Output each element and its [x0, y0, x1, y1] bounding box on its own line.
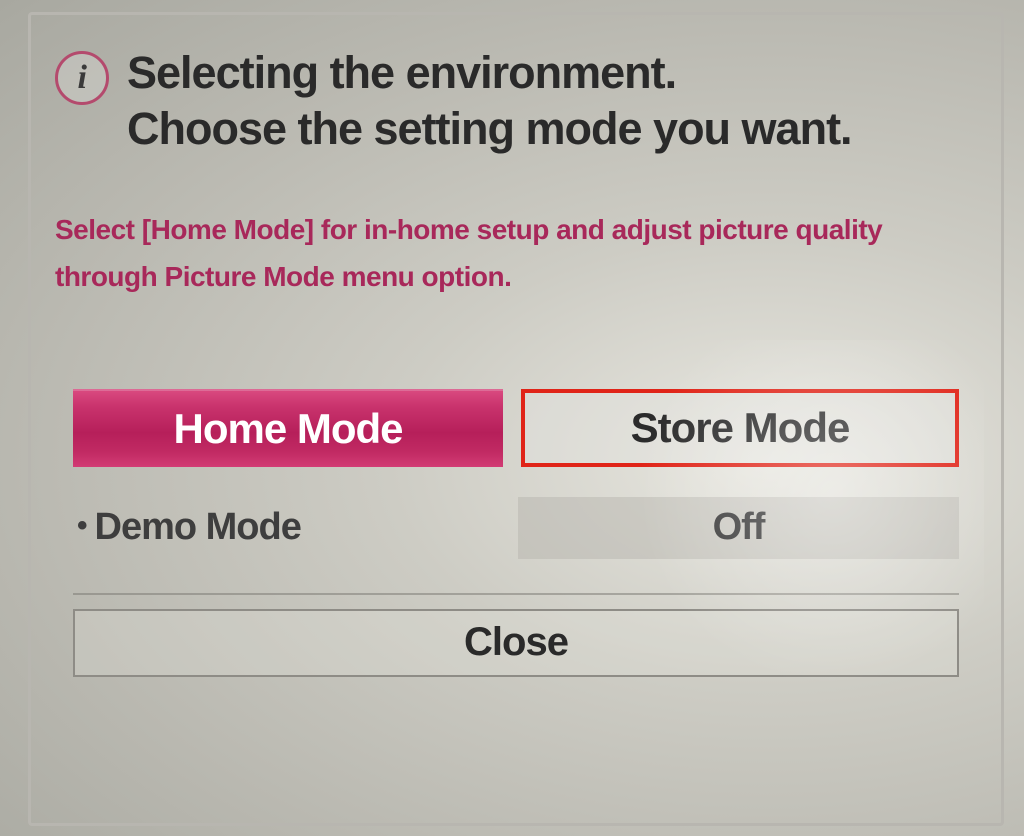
bullet-icon: •	[77, 509, 87, 543]
demo-mode-label-text: Demo Mode	[95, 506, 301, 549]
dialog-title-block: Selecting the environment. Choose the se…	[127, 45, 977, 158]
dialog-header: i Selecting the environment. Choose the …	[55, 45, 977, 158]
close-button[interactable]: Close	[73, 609, 959, 677]
info-icon: i	[55, 51, 109, 105]
home-mode-button[interactable]: Home Mode	[73, 389, 503, 467]
divider	[73, 593, 959, 595]
demo-mode-row: • Demo Mode Off	[73, 497, 959, 559]
environment-dialog: i Selecting the environment. Choose the …	[28, 12, 1004, 826]
dialog-title-line-2: Choose the setting mode you want.	[127, 101, 977, 157]
store-mode-button[interactable]: Store Mode	[521, 389, 959, 467]
demo-mode-value[interactable]: Off	[518, 497, 959, 559]
dialog-title-line-1: Selecting the environment.	[127, 45, 977, 101]
dialog-description: Select [Home Mode] for in-home setup and…	[55, 206, 977, 301]
close-row: Close	[73, 609, 959, 677]
mode-button-row: Home Mode Store Mode	[73, 389, 959, 467]
demo-mode-label: • Demo Mode	[73, 497, 518, 559]
